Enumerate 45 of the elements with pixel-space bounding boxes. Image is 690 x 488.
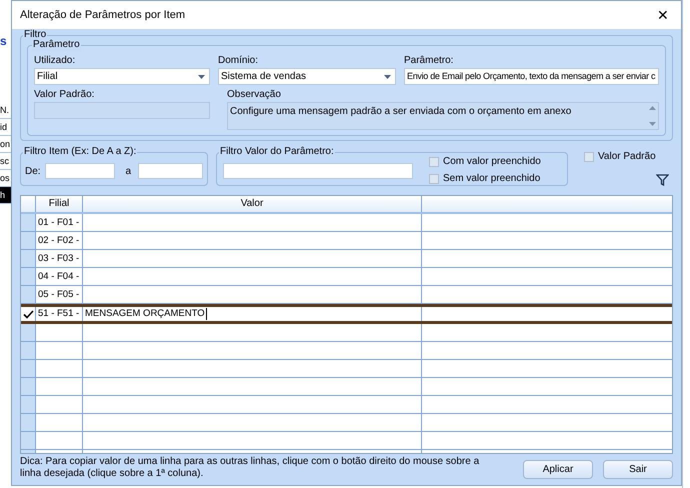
close-button[interactable]: ✕ <box>653 4 673 26</box>
table-cell: 04 - F04 - <box>38 270 80 282</box>
scroll-down-icon[interactable] <box>648 122 656 126</box>
checkbox[interactable] <box>429 174 439 184</box>
dropdown[interactable]: Filial <box>34 68 210 85</box>
dropdown-arrow-icon <box>198 74 205 78</box>
hint-text: Dica: Para copiar valor de uma linha para as outras linhas, clique com o botão direito do mouse sobre a linha desejada (clique sobre a 1ª coluna). <box>20 456 480 480</box>
checkbox[interactable] <box>429 156 439 166</box>
field-label: Domínio: <box>218 55 260 67</box>
exit-button[interactable]: Sair <box>603 460 673 479</box>
input-field[interactable]: Envio de Email pelo Orçamento, texto da mensagem a ser enviar c <box>404 68 659 85</box>
column-header[interactable]: Filial <box>36 196 83 212</box>
apply-button[interactable]: Aplicar <box>523 460 593 479</box>
field-label: Parâmetro: <box>404 55 454 67</box>
checkbox[interactable] <box>584 152 594 162</box>
field-label: Valor Padrão: <box>34 89 96 101</box>
background-row-text: h <box>0 187 11 204</box>
group-legend: Filtro Item (Ex: De A a Z): <box>23 146 138 158</box>
column-header[interactable]: Valor <box>83 196 422 212</box>
checkbox-label: Valor Padrão <box>598 150 656 164</box>
table-cell: 01 - F01 - <box>38 216 80 228</box>
table-cell: 05 - F05 - <box>38 288 80 300</box>
table-cell: 02 - F02 - <box>38 234 80 246</box>
table-cell: 51 - F51 - <box>38 308 80 320</box>
field-label: a <box>125 164 132 178</box>
field-label: De: <box>25 164 41 178</box>
checkbox-label: Sem valor preenchido <box>443 172 540 186</box>
check-icon <box>22 310 34 318</box>
input-field[interactable] <box>44 163 116 179</box>
checkbox-label: Com valor preenchido <box>443 155 541 169</box>
window-title: Alteração de Parâmetros por Item <box>20 8 186 23</box>
background-heading: s <box>0 34 8 48</box>
text-area: Configure uma mensagem padrão a ser enviada com o orçamento em anexo <box>227 102 659 130</box>
dropdown[interactable]: Sistema de vendas <box>218 68 396 85</box>
field-label: Observação <box>226 89 282 101</box>
filter-icon[interactable] <box>656 174 669 186</box>
scroll-up-icon[interactable] <box>648 106 656 110</box>
input-field[interactable] <box>223 163 413 179</box>
table-cell: 03 - F03 - <box>38 252 80 264</box>
group-legend: Parâmetro <box>32 39 81 51</box>
dropdown-arrow-icon <box>384 74 391 78</box>
cell-editor[interactable]: MENSAGEM ORÇAMENTO <box>85 308 207 320</box>
row-indicator[interactable] <box>21 307 36 321</box>
field-label: Utilizado: <box>34 55 76 67</box>
input-field[interactable] <box>138 163 203 179</box>
